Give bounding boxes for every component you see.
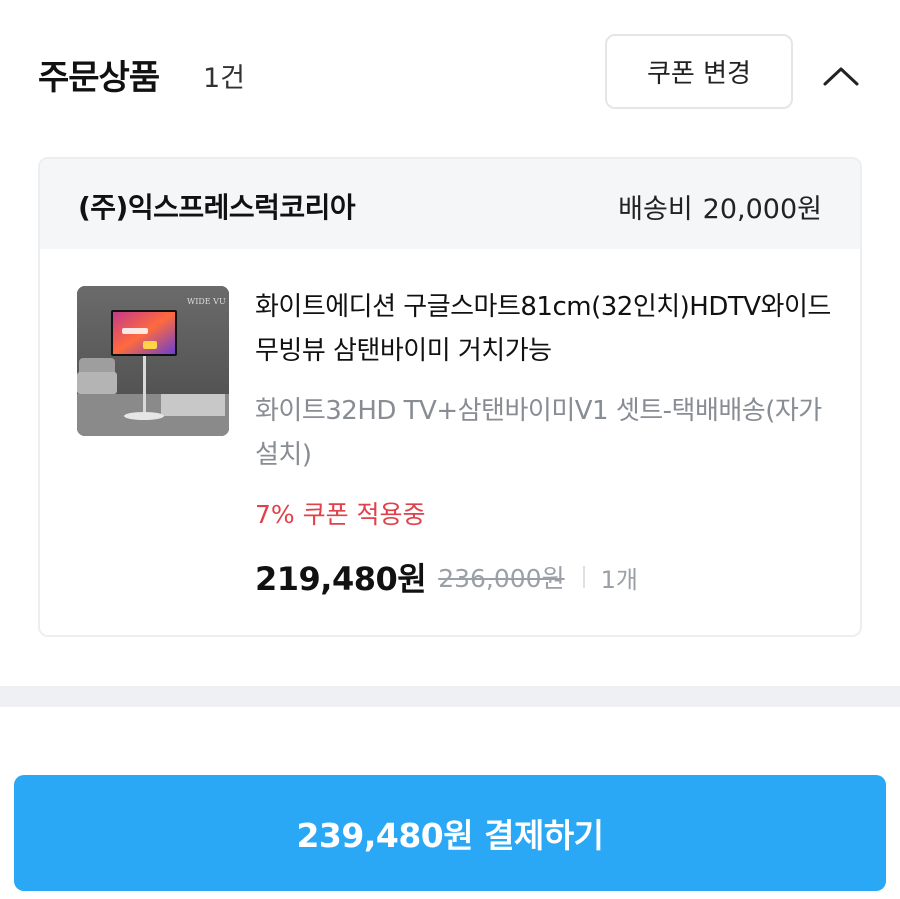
price-divider bbox=[582, 566, 585, 588]
section-title: 주문상품 bbox=[38, 58, 160, 98]
shipping-fee: 배송비 20,000원 bbox=[618, 187, 822, 226]
seller-header: (주)익스프레스럭코리아 배송비 20,000원 bbox=[40, 159, 860, 249]
price-row: 219,480원 236,000원 1개 bbox=[255, 554, 638, 600]
product-thumbnail[interactable]: WIDE VU bbox=[77, 286, 229, 436]
thumbnail-brand: WIDE VU bbox=[187, 297, 226, 306]
section-separator bbox=[0, 686, 900, 707]
seller-name: (주)익스프레스럭코리아 bbox=[78, 191, 356, 224]
shipping-amount: 20,000원 bbox=[702, 194, 822, 225]
product-name[interactable]: 화이트에디션 구글스마트81cm(32인치)HDTV와이드무빙뷰 삼탠바이미 거… bbox=[255, 285, 835, 373]
quantity: 1개 bbox=[600, 565, 638, 594]
product-option: 화이트32HD TV+삼탠바이미V1 셋트-택배배송(자가설치) bbox=[255, 396, 822, 470]
order-products-header: 주문상품 1건 쿠폰 변경 bbox=[0, 0, 900, 140]
coupon-change-button[interactable]: 쿠폰 변경 bbox=[605, 34, 793, 109]
order-products-page: 주문상품 1건 쿠폰 변경 (주)익스프레스럭코리아 배송비 20,000원 W… bbox=[0, 0, 900, 899]
original-price: 236,000원 bbox=[438, 564, 565, 593]
pay-button[interactable]: 239,480원 결제하기 bbox=[14, 775, 886, 891]
coupon-applied-status: 7% 쿠폰 적용중 bbox=[255, 500, 426, 529]
seller-order-card: (주)익스프레스럭코리아 배송비 20,000원 WIDE VU 화이트에디션 … bbox=[38, 157, 862, 637]
sale-price: 219,480원 bbox=[255, 560, 427, 598]
item-count: 1건 bbox=[203, 63, 246, 94]
chevron-up-icon[interactable] bbox=[820, 55, 862, 97]
shipping-label: 배송비 bbox=[618, 194, 693, 225]
